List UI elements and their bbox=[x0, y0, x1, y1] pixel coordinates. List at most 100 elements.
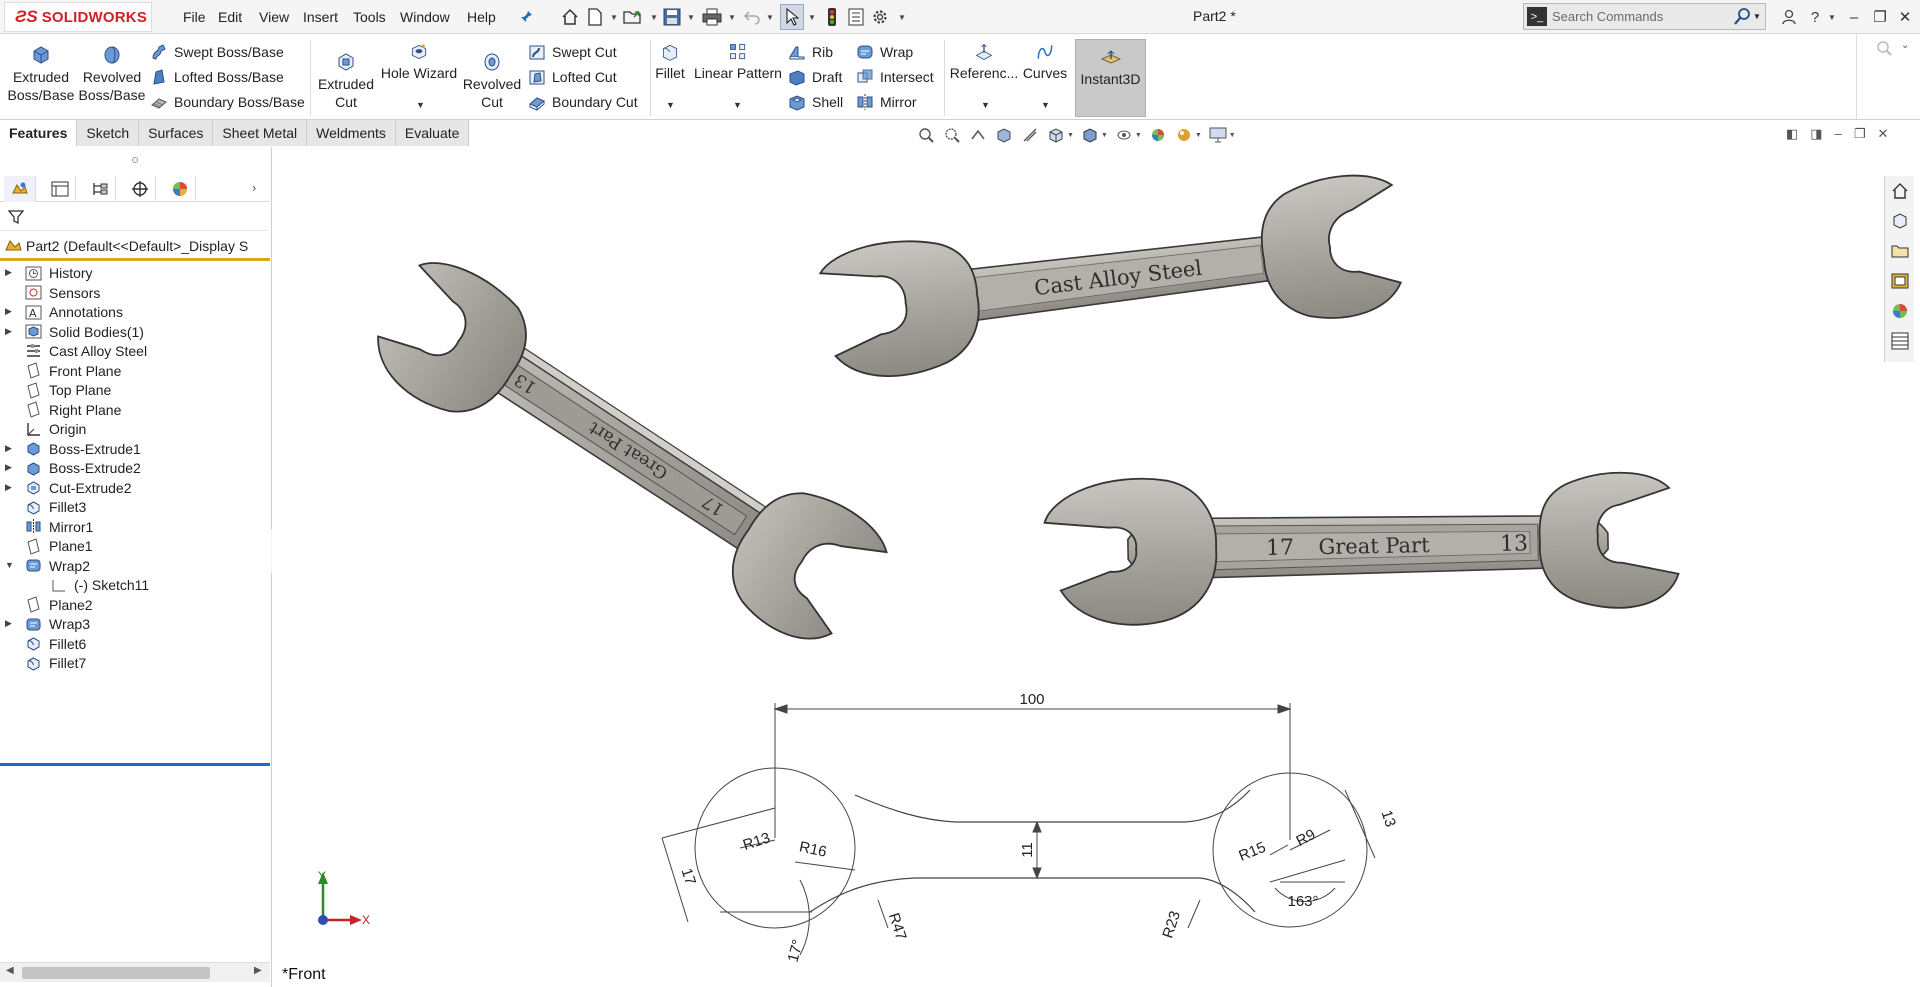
lofted-boss-button[interactable]: Lofted Boss/Base bbox=[150, 66, 284, 88]
apply-scene-icon[interactable] bbox=[1174, 125, 1194, 145]
select-cursor-icon[interactable] bbox=[780, 4, 804, 30]
view-settings-monitor-icon[interactable] bbox=[1208, 125, 1228, 145]
search-commands-box[interactable]: >_ ▼ bbox=[1523, 3, 1766, 30]
dimxpert-manager-tab[interactable] bbox=[124, 176, 156, 202]
menu-window[interactable]: Window bbox=[400, 9, 450, 25]
boundary-cut-button[interactable]: Boundary Cut bbox=[528, 91, 638, 113]
wrench-model-isometric[interactable]: 13 Great Part 17 bbox=[358, 241, 895, 658]
search-dropdown-chevron-icon[interactable]: ▼ bbox=[1753, 12, 1761, 21]
search-icon[interactable] bbox=[1734, 7, 1752, 28]
dim-angle-left-text[interactable]: 17° bbox=[785, 938, 807, 964]
scroll-right-arrow-icon[interactable]: ▶ bbox=[254, 965, 262, 976]
search-input[interactable] bbox=[1552, 7, 1732, 26]
rib-button[interactable]: Rib bbox=[788, 41, 833, 63]
previous-view-icon[interactable] bbox=[968, 125, 988, 145]
tab-sketch[interactable]: Sketch bbox=[77, 120, 140, 146]
custom-properties-icon[interactable] bbox=[1885, 326, 1915, 356]
save-icon[interactable] bbox=[662, 7, 682, 27]
hide-show-items-icon[interactable] bbox=[1114, 125, 1134, 145]
filter-funnel-icon[interactable] bbox=[7, 209, 25, 228]
sw-resources-home-icon[interactable] bbox=[1885, 176, 1915, 206]
hole-wizard-button[interactable]: Hole Wizard bbox=[380, 42, 458, 82]
curves-button[interactable]: Curves bbox=[1020, 42, 1070, 82]
dim-width-text[interactable]: 11 bbox=[1019, 842, 1036, 858]
zoom-to-area-icon[interactable] bbox=[942, 125, 962, 145]
help-dropdown-chevron-icon[interactable]: ▼ bbox=[1828, 13, 1836, 22]
display-style-chevron-icon[interactable]: ▼ bbox=[1101, 132, 1108, 139]
viewport-close-icon[interactable]: ✕ bbox=[1877, 126, 1888, 142]
wrench-model-front[interactable]: 17 Great Part 13 bbox=[1043, 469, 1680, 626]
fillet-button[interactable]: Fillet bbox=[652, 42, 688, 82]
tab-weldments[interactable]: Weldments bbox=[307, 120, 396, 146]
fillet-chevron-icon[interactable]: ▼ bbox=[666, 100, 675, 110]
open-folder-icon[interactable] bbox=[623, 7, 643, 27]
wrap-button[interactable]: Wrap bbox=[856, 41, 913, 63]
menu-insert[interactable]: Insert bbox=[303, 9, 338, 25]
viewport-right-icon[interactable]: ◨ bbox=[1810, 126, 1822, 142]
linear-pattern-chevron-icon[interactable]: ▼ bbox=[733, 100, 742, 110]
property-manager-tab[interactable] bbox=[44, 176, 76, 202]
view-palette-icon[interactable] bbox=[1885, 266, 1915, 296]
pin-icon[interactable] bbox=[516, 7, 536, 27]
appearances-scenes-icon[interactable] bbox=[1885, 296, 1915, 326]
save-dropdown-chevron-icon[interactable]: ▼ bbox=[687, 13, 695, 22]
mirror-button[interactable]: Mirror bbox=[856, 91, 917, 113]
expand-chevron-icon[interactable]: ▶ bbox=[5, 306, 15, 317]
undo-dropdown-chevron-icon[interactable]: ▼ bbox=[766, 13, 774, 22]
apply-scene-chevron-icon[interactable]: ▼ bbox=[1195, 132, 1202, 139]
feature-manager-tab[interactable] bbox=[4, 176, 36, 202]
extruded-boss-button[interactable]: Extruded Boss/Base bbox=[6, 42, 76, 104]
view-orientation-chevron-icon[interactable]: ▼ bbox=[1067, 132, 1074, 139]
hole-wizard-chevron-icon[interactable]: ▼ bbox=[416, 100, 425, 110]
edit-appearance-icon[interactable] bbox=[1148, 125, 1168, 145]
menu-view[interactable]: View bbox=[259, 9, 289, 25]
revolved-cut-button[interactable]: Revolved Cut bbox=[462, 42, 522, 111]
linear-pattern-button[interactable]: Linear Pattern bbox=[692, 42, 784, 82]
scroll-left-arrow-icon[interactable]: ◀ bbox=[6, 965, 14, 976]
extruded-cut-button[interactable]: Extruded Cut bbox=[316, 42, 376, 111]
file-explorer-icon[interactable] bbox=[1885, 236, 1915, 266]
solidworks-logo[interactable]: ƧS SOLIDWORKS bbox=[4, 2, 152, 32]
select-dropdown-chevron-icon[interactable]: ▼ bbox=[808, 13, 816, 22]
display-style-icon[interactable] bbox=[1080, 125, 1100, 145]
viewport-left-icon[interactable]: ◧ bbox=[1786, 126, 1798, 142]
view-settings-chevron-icon[interactable]: ▼ bbox=[1229, 132, 1236, 139]
panel-horizontal-scrollbar[interactable]: ◀ ▶ bbox=[0, 962, 270, 982]
panel-tabs-more-chevron-icon[interactable]: › bbox=[252, 180, 256, 195]
configuration-manager-tab[interactable] bbox=[84, 176, 116, 202]
tree-filter[interactable] bbox=[0, 203, 268, 231]
options-gear-icon[interactable] bbox=[870, 7, 890, 27]
ribbon-search-icon[interactable] bbox=[1875, 40, 1893, 59]
minimize-icon[interactable]: – bbox=[1843, 6, 1865, 28]
intersect-button[interactable]: Intersect bbox=[856, 66, 934, 88]
dimensioned-sketch[interactable] bbox=[661, 703, 1376, 956]
expand-chevron-icon[interactable]: ▶ bbox=[5, 267, 15, 278]
new-document-icon[interactable] bbox=[585, 7, 605, 27]
boundary-boss-button[interactable]: Boundary Boss/Base bbox=[150, 91, 305, 113]
dim-r15-text[interactable]: R15 bbox=[1236, 839, 1268, 865]
rebuild-traffic-light-icon[interactable] bbox=[822, 7, 842, 27]
tab-features[interactable]: Features bbox=[0, 120, 78, 146]
viewport-minimize-icon[interactable]: – bbox=[1835, 126, 1842, 142]
rollback-bar[interactable] bbox=[0, 763, 270, 766]
instant3d-button[interactable]: Instant3D bbox=[1075, 39, 1146, 117]
design-library-icon[interactable] bbox=[1885, 206, 1915, 236]
undo-icon[interactable] bbox=[742, 7, 762, 27]
dynamic-annotation-icon[interactable] bbox=[1020, 125, 1040, 145]
dim-r23-text[interactable]: R23 bbox=[1159, 909, 1184, 940]
reference-geometry-button[interactable]: Referenc... bbox=[950, 42, 1018, 82]
menu-edit[interactable]: Edit bbox=[218, 9, 242, 25]
dim-r47-text[interactable]: R47 bbox=[885, 911, 910, 942]
shell-button[interactable]: Shell bbox=[788, 91, 843, 113]
tree-part-root[interactable]: Part2 (Default<<Default>_Display S bbox=[0, 235, 270, 257]
swept-boss-button[interactable]: Swept Boss/Base bbox=[150, 41, 284, 63]
wrench-model-top[interactable]: Cast Alloy Steel bbox=[816, 170, 1407, 383]
display-manager-tab[interactable] bbox=[164, 176, 196, 202]
menu-help[interactable]: Help bbox=[467, 9, 496, 25]
expand-chevron-icon[interactable]: ▶ bbox=[5, 443, 15, 454]
options-dropdown-chevron-icon[interactable]: ▼ bbox=[898, 13, 906, 22]
curves-chevron-icon[interactable]: ▼ bbox=[1041, 100, 1050, 110]
home-icon[interactable] bbox=[560, 7, 580, 27]
graphics-area[interactable]: 17 Great Part 13 Cast Alloy Steel 13 Gre… bbox=[272, 147, 1884, 987]
dim-angle-right-text[interactable]: 163° bbox=[1287, 893, 1318, 910]
